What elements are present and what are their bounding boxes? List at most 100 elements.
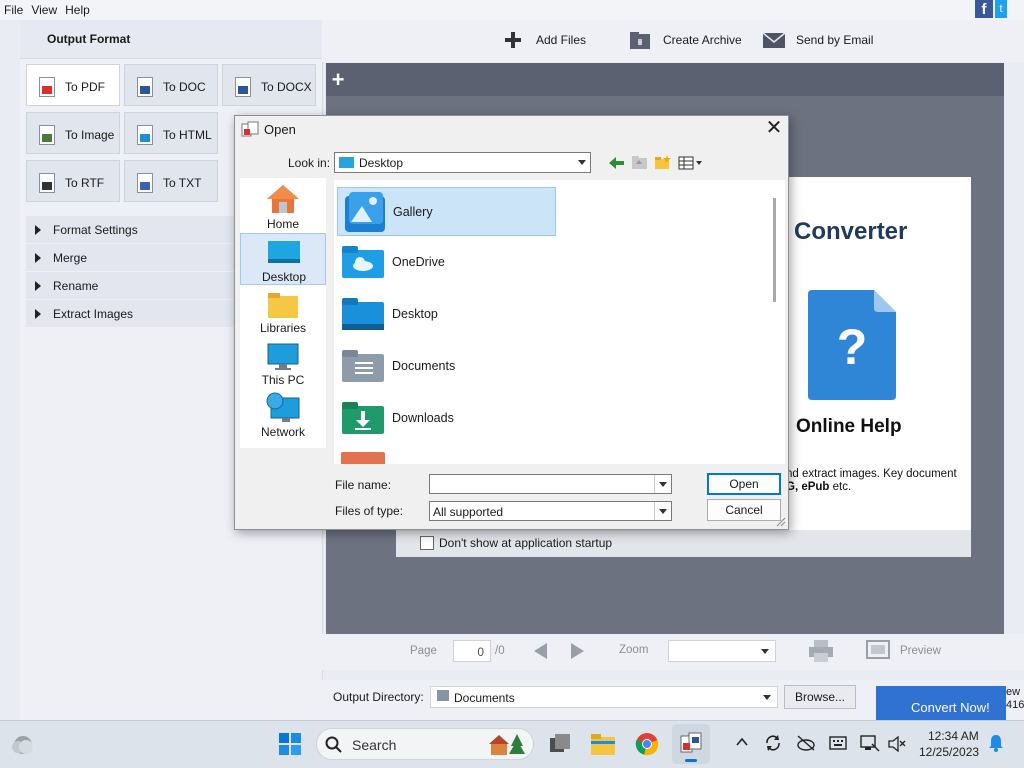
back-arrow-icon[interactable] [609, 156, 625, 170]
page-total: /0 [495, 645, 505, 657]
dont-show-bar: Don't show at application startup [396, 530, 971, 557]
close-icon[interactable]: ✕ [764, 118, 784, 138]
file-item-desktop[interactable]: Desktop [337, 290, 556, 339]
files-of-type-select[interactable]: All supported [429, 501, 672, 521]
facebook-icon[interactable]: f [975, 0, 993, 18]
place-libraries[interactable]: Libraries [240, 287, 326, 339]
chevron-down-icon [578, 160, 586, 165]
task-view-icon[interactable] [548, 732, 572, 756]
file-name-dropdown[interactable] [654, 475, 671, 493]
desktop-icon [268, 241, 300, 263]
add-tab-button[interactable]: + [326, 67, 350, 93]
resize-grip-icon[interactable] [776, 517, 786, 527]
search-placeholder: Search [352, 737, 397, 753]
file-name-input[interactable] [429, 474, 672, 494]
gallery-icon [345, 192, 385, 232]
help-question-mark: ? [837, 319, 868, 375]
file-label: Gallery [393, 205, 433, 219]
welcome-description-line1: nd extract images. Key document [786, 468, 957, 480]
add-files-label: Add Files [536, 33, 587, 47]
help-document-icon[interactable]: ? [808, 290, 896, 400]
place-label: This PC [261, 373, 305, 387]
plus-icon [505, 32, 521, 48]
chevron-down-icon [761, 649, 769, 654]
sync-icon[interactable] [764, 734, 782, 752]
file-label: OneDrive [392, 255, 445, 269]
page-number-input[interactable]: 0 [453, 640, 491, 662]
active-app-taskbar-button[interactable] [672, 724, 710, 764]
preview-label[interactable]: Preview [900, 645, 941, 657]
send-by-email-button[interactable]: Send by Email [762, 30, 882, 52]
menu-help[interactable]: Help [61, 0, 94, 17]
file-item-downloads[interactable]: Downloads [337, 394, 556, 443]
create-archive-button[interactable]: Create Archive [629, 30, 749, 52]
online-help-link[interactable]: Online Help [796, 416, 902, 438]
add-files-button[interactable]: Add Files [502, 30, 592, 52]
file-explorer-icon[interactable] [590, 732, 616, 756]
downloads-folder-icon [342, 402, 384, 434]
format-to-doc-button[interactable]: To DOC [124, 64, 218, 106]
previous-page-icon[interactable] [532, 643, 548, 659]
holiday-house-icon [489, 734, 525, 755]
menu-file[interactable]: File [0, 0, 27, 17]
search-icon [325, 736, 342, 753]
printer-icon[interactable] [808, 639, 834, 663]
cancel-button[interactable]: Cancel [707, 499, 781, 521]
format-to-html-button[interactable]: To HTML [124, 112, 218, 154]
place-label: Network [260, 425, 305, 439]
file-item-documents[interactable]: Documents [337, 342, 556, 391]
browse-button[interactable]: Browse... [784, 685, 856, 709]
cloud-offline-icon[interactable] [796, 735, 816, 751]
format-to-image-button[interactable]: To Image [26, 112, 120, 154]
files-of-type-value: All supported [433, 505, 504, 519]
format-to-rtf-button[interactable]: To RTF [26, 160, 120, 202]
keyboard-icon[interactable] [829, 736, 847, 750]
chevron-down-icon [659, 509, 667, 514]
file-item-onedrive[interactable]: OneDrive [337, 238, 556, 287]
active-indicator [685, 759, 697, 762]
edge-text-line1: ew [1006, 686, 1021, 698]
place-network[interactable]: Network [240, 391, 326, 443]
network-status-icon[interactable] [860, 735, 880, 753]
open-button[interactable]: Open [707, 473, 781, 495]
page-navigation-bar: Page 0 /0 Zoom Preview [322, 634, 1024, 670]
place-home[interactable]: Home [240, 180, 326, 232]
weather-icon[interactable] [10, 732, 36, 756]
new-folder-icon[interactable] [654, 155, 671, 170]
files-of-type-dropdown[interactable] [654, 502, 671, 520]
place-desktop[interactable]: Desktop [240, 233, 326, 285]
libraries-icon [268, 293, 298, 318]
file-list-scrollbar[interactable] [768, 180, 785, 464]
notification-bell-icon[interactable] [988, 734, 1004, 752]
view-menu-icon[interactable] [678, 156, 704, 170]
output-directory-select[interactable]: Documents [430, 686, 778, 708]
preview-icon[interactable] [866, 640, 890, 660]
home-icon [267, 185, 299, 213]
scrollbar-thumb[interactable] [773, 198, 776, 302]
format-to-txt-button[interactable]: To TXT [124, 160, 218, 202]
clock-time[interactable]: 12:34 AM [928, 729, 979, 743]
chevron-up-icon[interactable] [736, 737, 748, 747]
next-page-icon[interactable] [570, 643, 586, 659]
chrome-icon[interactable] [635, 732, 659, 756]
look-in-select[interactable]: Desktop [334, 152, 591, 173]
twitter-icon[interactable]: t [995, 0, 1007, 18]
file-item-gallery[interactable]: Gallery [337, 187, 556, 236]
windows-start-icon[interactable] [278, 732, 302, 756]
format-to-pdf-button[interactable]: To PDF [26, 64, 120, 106]
volume-muted-icon[interactable] [888, 736, 906, 752]
output-format-header: Output Format [20, 20, 322, 59]
rtf-icon [39, 173, 55, 193]
menu-view[interactable]: View [27, 0, 61, 17]
zoom-select[interactable] [668, 640, 776, 662]
dont-show-checkbox[interactable] [420, 536, 434, 550]
clock-date[interactable]: 12/25/2023 [919, 745, 979, 759]
format-to-docx-button[interactable]: To DOCX [222, 64, 316, 106]
place-this-pc[interactable]: This PC [240, 339, 326, 391]
send-by-email-label: Send by Email [796, 33, 874, 47]
taskbar-search-box[interactable]: Search [316, 728, 534, 760]
up-folder-icon[interactable] [631, 155, 648, 170]
onedrive-folder-icon [342, 246, 384, 278]
file-label: Downloads [392, 411, 454, 425]
place-label: Home [266, 217, 299, 231]
